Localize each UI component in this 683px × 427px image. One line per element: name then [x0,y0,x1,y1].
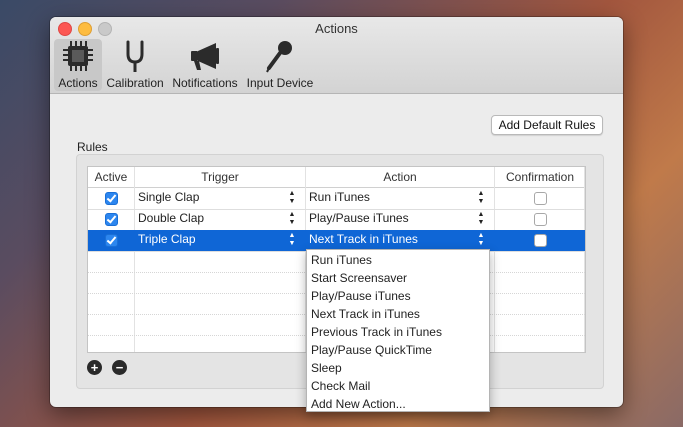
chip-icon [63,41,93,71]
table-row[interactable]: Double Clap ▲ ▼ Play/Pause iTunes ▲ ▼ [88,209,585,231]
window-title: Actions [315,21,358,36]
trigger-popup-arrows-icon[interactable]: ▲ ▼ [288,232,296,248]
tuning-fork-icon [126,40,144,72]
microphone-icon [266,41,292,73]
action-cell[interactable]: Play/Pause iTunes [309,209,409,230]
active-checkbox[interactable] [105,213,118,226]
menu-item-check-mail[interactable]: Check Mail [307,377,489,395]
trigger-popup-arrows-icon[interactable]: ▲ ▼ [288,211,296,227]
menu-item-play-pause-itunes[interactable]: Play/Pause iTunes [307,287,489,305]
toolbar-item-notifications[interactable]: Notifications [168,39,242,91]
menu-item-start-screensaver[interactable]: Start Screensaver [307,269,489,287]
action-popup-arrows-icon[interactable]: ▲ ▼ [477,232,485,248]
confirmation-checkbox[interactable] [534,213,547,226]
toolbar-label-actions: Actions [58,76,98,90]
toolbar-item-calibration[interactable]: Calibration [104,39,166,91]
column-header-action[interactable]: Action [306,167,494,187]
toolbar-label-notifications: Notifications [172,76,238,90]
trigger-cell[interactable]: Triple Clap [138,230,196,251]
action-dropdown-menu: Run iTunes Start Screensaver Play/Pause … [306,249,490,412]
table-row[interactable]: Single Clap ▲ ▼ Run iTunes ▲ ▼ [88,188,585,210]
toolbar-item-input-device[interactable]: Input Device [244,39,316,91]
menu-item-previous-track[interactable]: Previous Track in iTunes [307,323,489,341]
rules-group-label: Rules [77,140,108,154]
action-cell[interactable]: Run iTunes [309,188,370,209]
remove-rule-button[interactable]: − [112,360,127,375]
menu-item-next-track[interactable]: Next Track in iTunes [307,305,489,323]
column-header-confirmation[interactable]: Confirmation [495,167,585,187]
trigger-cell[interactable]: Single Clap [138,188,199,209]
toolbar-label-calibration: Calibration [106,76,164,90]
active-checkbox[interactable] [105,192,118,205]
toolbar-item-actions[interactable]: Actions [54,39,102,91]
megaphone-icon [191,43,219,70]
menu-item-run-itunes[interactable]: Run iTunes [307,251,489,269]
menu-item-play-pause-quicktime[interactable]: Play/Pause QuickTime [307,341,489,359]
confirmation-checkbox[interactable] [534,192,547,205]
trigger-popup-arrows-icon[interactable]: ▲ ▼ [288,190,296,206]
trigger-cell[interactable]: Double Clap [138,209,204,230]
menu-item-sleep[interactable]: Sleep [307,359,489,377]
add-rule-button[interactable]: + [87,360,102,375]
action-popup-arrows-icon[interactable]: ▲ ▼ [477,190,485,206]
action-popup-arrows-icon[interactable]: ▲ ▼ [477,211,485,227]
menu-item-add-new-action[interactable]: Add New Action... [307,395,489,413]
column-header-active[interactable]: Active [88,167,134,187]
add-default-rules-button[interactable]: Add Default Rules [491,115,603,135]
toolbar-label-input-device: Input Device [246,76,314,90]
column-header-trigger[interactable]: Trigger [135,167,305,187]
rules-table-header: Active Trigger Action Confirmation [88,167,585,188]
action-cell[interactable]: Next Track in iTunes [309,230,418,251]
confirmation-checkbox[interactable] [534,234,547,247]
active-checkbox[interactable] [105,234,118,247]
window-toolbar: Actions Actions Calibration Notification… [50,17,623,94]
